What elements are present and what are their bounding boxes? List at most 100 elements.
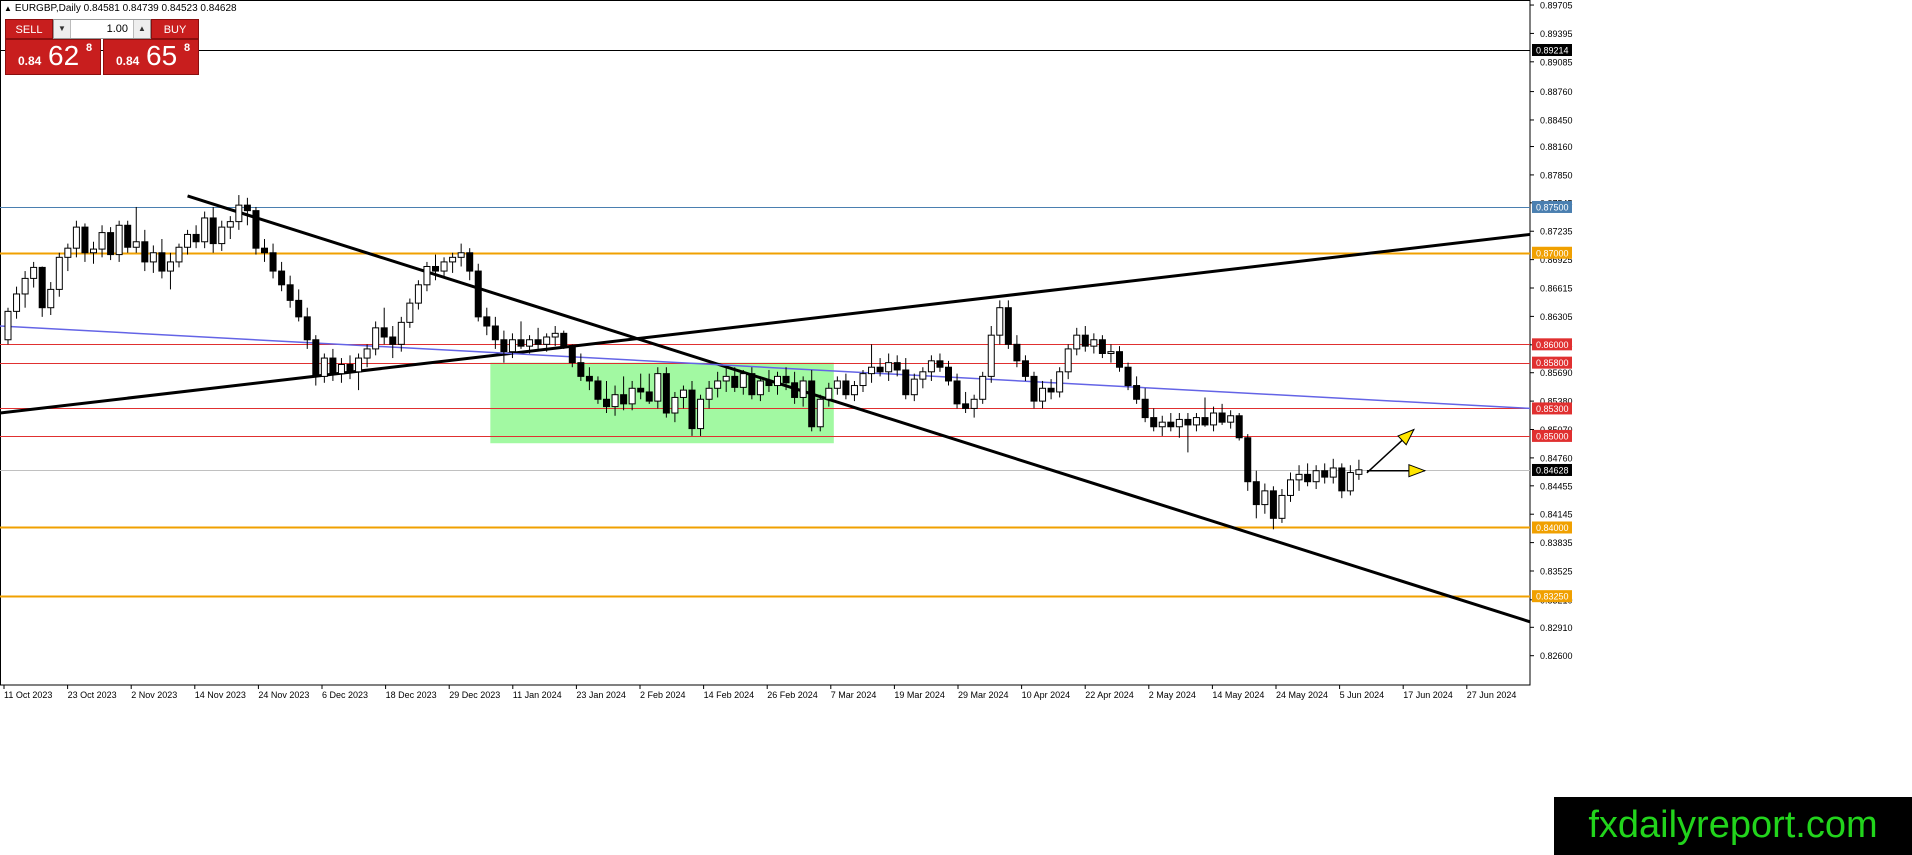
candle-body-bear (1098, 339, 1106, 354)
lot-size-value[interactable]: 1.00 (72, 20, 132, 38)
candle-body-bull (1064, 348, 1072, 373)
y-tick-label: 0.84455 (1540, 481, 1573, 491)
lot-size-stepper[interactable]: ▼ 1.00 ▲ (53, 19, 151, 39)
candle-body-bull (508, 339, 516, 353)
candle-body-bull (166, 261, 174, 272)
candle-body-bull (414, 284, 422, 304)
candle-body-bear (389, 336, 397, 345)
candle-body-bear (637, 387, 645, 393)
x-tick-label: 29 Mar 2024 (958, 690, 1009, 700)
candle-body-bear (278, 270, 286, 286)
y-tick-label: 0.83525 (1540, 566, 1573, 576)
y-tick-label: 0.82600 (1540, 651, 1573, 661)
y-tick-label: 0.84145 (1540, 510, 1573, 520)
x-tick-label: 29 Dec 2023 (449, 690, 500, 700)
candle-body-bull (4, 310, 12, 341)
x-tick-label: 14 Feb 2024 (704, 690, 755, 700)
candle-body-bear (1030, 375, 1038, 402)
buy-price-prefix: 0.84 (116, 54, 140, 68)
candle-body-bear (1218, 412, 1226, 423)
candle-body-bull (885, 362, 893, 373)
x-tick-label: 24 Nov 2023 (258, 690, 309, 700)
candle-body-bear (662, 373, 670, 414)
candle-body-bear (1004, 307, 1012, 345)
candle-body-bull (30, 266, 38, 279)
candle-body-bear (192, 233, 200, 243)
y-tick-label: 0.88160 (1540, 142, 1573, 152)
lot-increase-icon[interactable]: ▲ (133, 20, 150, 38)
y-tick-label: 0.85690 (1540, 368, 1573, 378)
candle-body-bull (218, 226, 226, 245)
level-tag-label: 0.86000 (1536, 340, 1569, 350)
candle-body-bull (654, 373, 662, 402)
candle-body-bull (184, 233, 192, 248)
y-tick-label: 0.89395 (1540, 29, 1573, 39)
candle-body-bull (850, 385, 858, 396)
candle-body-bull (1295, 473, 1303, 481)
candle-body-bear (945, 366, 952, 382)
sell-button[interactable]: SELL (5, 19, 53, 39)
candle-body-bull (1261, 490, 1269, 506)
candle-body-bear (1252, 481, 1260, 506)
x-tick-label: 11 Oct 2023 (4, 690, 52, 700)
buy-button[interactable]: BUY (151, 19, 199, 39)
candle-body-bull (55, 256, 63, 290)
candle-body-bull (13, 293, 21, 312)
x-tick-label: 5 Jun 2024 (1340, 690, 1385, 700)
candle-body-bull (64, 247, 72, 258)
plot-area (0, 0, 1531, 686)
candle-body-bull (671, 396, 679, 414)
level-tag-label: 0.87000 (1536, 248, 1569, 258)
candle-body-bear (782, 375, 790, 384)
x-tick-label: 24 May 2024 (1276, 690, 1328, 700)
candle-body-bear (517, 339, 525, 347)
candle-body-bear (577, 362, 585, 377)
candle-body-bear (107, 232, 115, 256)
candle-body-bear (731, 375, 739, 388)
x-tick-label: 11 Jan 2024 (513, 690, 562, 700)
candle-body-bull (1107, 351, 1115, 354)
buy-quote[interactable]: 0.84 65 8 (103, 39, 199, 75)
candle-body-bull (611, 394, 619, 408)
candle-body-bear (295, 299, 303, 318)
y-tick-label: 0.86615 (1540, 284, 1573, 294)
candle-body-bull (449, 256, 457, 263)
candle-body-bear (748, 373, 756, 396)
candle-body-bull (1355, 469, 1363, 475)
candle-body-bull (825, 387, 833, 400)
candle-body-bull (440, 261, 448, 272)
x-tick-label: 14 Nov 2023 (195, 690, 246, 700)
candle-body-bear (141, 241, 149, 263)
x-tick-label: 14 May 2024 (1212, 690, 1264, 700)
level-tag-label: 0.83250 (1536, 592, 1569, 602)
candle-body-bear (1244, 437, 1252, 483)
y-tick-label: 0.84760 (1540, 453, 1573, 463)
sell-quote[interactable]: 0.84 62 8 (5, 39, 101, 75)
x-tick-label: 27 Jun 2024 (1467, 690, 1517, 700)
x-tick-label: 22 Apr 2024 (1085, 690, 1134, 700)
candle-body-bear (808, 380, 816, 428)
candle-body-bear (688, 389, 696, 430)
candle-body-bear (243, 204, 251, 212)
candle-body-bull (1175, 418, 1183, 428)
candle-body-bull (235, 204, 243, 223)
lot-decrease-icon[interactable]: ▼ (54, 20, 71, 38)
candle-body-bear (1201, 417, 1209, 426)
candle-body-bear (1269, 490, 1277, 519)
y-tick-label: 0.86305 (1540, 312, 1573, 322)
candle-body-bull (355, 357, 363, 373)
candle-body-bull (372, 327, 380, 350)
candle-body-bear (1150, 417, 1158, 428)
candle-body-bull (628, 387, 636, 405)
price-chart[interactable]: 0.89705 0.89395 0.89085 0.88760 0.88450 0.881… (0, 0, 1912, 855)
candle-body-bear (500, 339, 508, 353)
x-tick-label: 2 Feb 2024 (640, 690, 686, 700)
level-tag-label: 0.85300 (1536, 404, 1569, 414)
candle-body-bear (902, 369, 910, 396)
candle (560, 330, 568, 349)
candle-body-bear (1047, 387, 1055, 393)
candle-body-bull (551, 332, 559, 338)
candle-body-bear (491, 325, 499, 341)
candle-body-bull (1192, 417, 1200, 426)
level-tag-label: 0.84628 (1536, 465, 1569, 475)
